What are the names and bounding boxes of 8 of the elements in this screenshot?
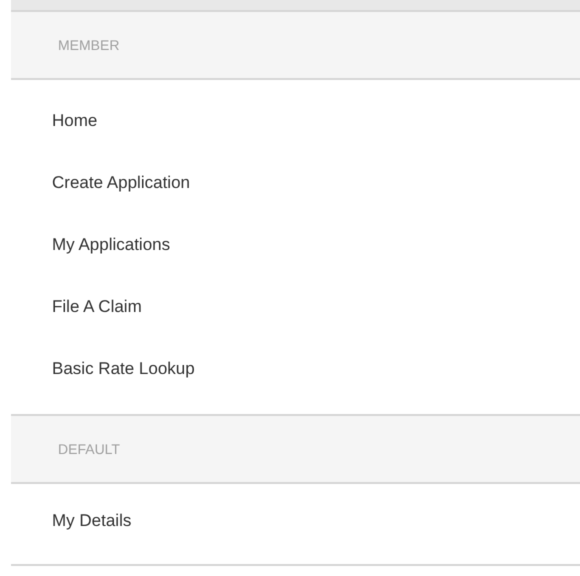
menu-link[interactable]: Home bbox=[11, 90, 98, 152]
menu-link[interactable]: My Details bbox=[11, 490, 132, 552]
menu-link[interactable]: Create Application bbox=[11, 152, 190, 214]
section-title: DEFAULT bbox=[58, 441, 120, 457]
section-title: MEMBER bbox=[58, 37, 120, 53]
menu-link[interactable]: File A Claim bbox=[11, 276, 142, 338]
menu-link[interactable]: Basic Rate Lookup bbox=[11, 338, 195, 400]
menu-link[interactable]: My Applications bbox=[11, 214, 170, 276]
